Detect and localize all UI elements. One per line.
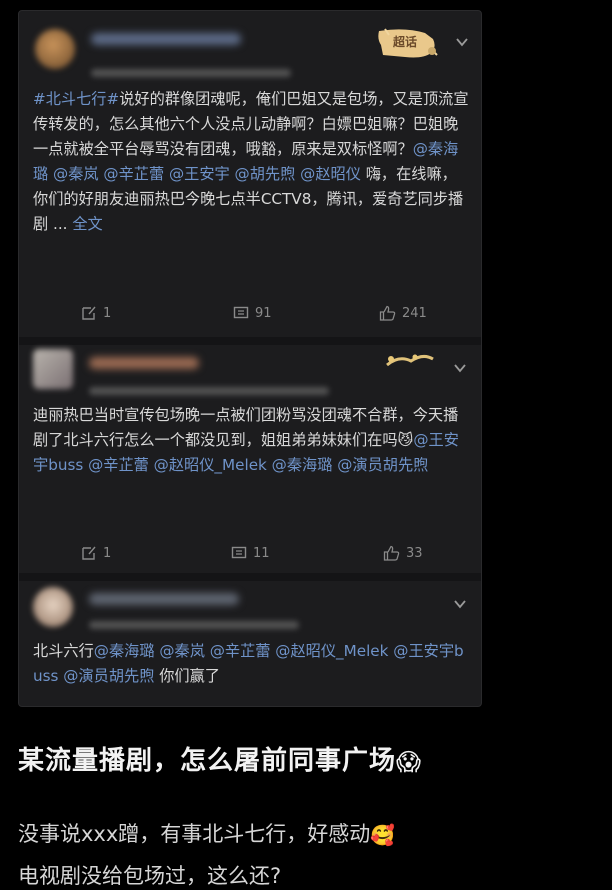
- caption-text: 没事说xxx蹭，有事北斗七行，好感动: [18, 822, 371, 846]
- avatar[interactable]: [33, 349, 73, 389]
- username-blurred[interactable]: [91, 33, 241, 45]
- post-actions: 1 11 33: [19, 545, 481, 565]
- post-text: 迪丽热巴当时宣传包场晚一点被们团粉骂没团魂不合群，今天播剧了北斗六行怎么一个都没…: [33, 406, 459, 449]
- like-button[interactable]: 33: [383, 545, 423, 561]
- hashtag-link[interactable]: #北斗七行#: [33, 90, 119, 108]
- repost-button[interactable]: 1: [81, 305, 111, 321]
- chevron-down-icon[interactable]: [453, 597, 467, 611]
- divider: [19, 337, 481, 345]
- caption-line-1: 没事说xxx蹭，有事北斗七行，好感动🥰: [18, 818, 395, 848]
- caption-text: 电视剧没给包场过，这么还?: [18, 864, 282, 888]
- avatar[interactable]: [33, 587, 73, 627]
- repost-count: 1: [103, 545, 112, 561]
- like-button[interactable]: 241: [379, 305, 427, 321]
- scream-emoji-icon: 😱: [396, 747, 423, 776]
- comment-button[interactable]: 91: [233, 305, 272, 321]
- repost-icon: [82, 306, 96, 320]
- vip-badge: [385, 349, 435, 371]
- comment-icon: [231, 546, 247, 559]
- badge-text: 超话: [393, 35, 418, 49]
- supertopic-badge[interactable]: 超话: [375, 25, 439, 61]
- username-blurred[interactable]: [89, 593, 239, 605]
- username-blurred[interactable]: [89, 357, 199, 369]
- screenshot-card: 超话 #北斗七行#说好的群像团魂呢，俺们巴姐又是包场，又是顶流宣传转发的，怎么其…: [18, 10, 482, 707]
- post-meta-blurred: [89, 621, 299, 629]
- post-actions: 1 91 241: [19, 305, 481, 325]
- post-text: 北斗六行: [33, 642, 94, 660]
- post-meta-blurred: [89, 387, 329, 395]
- like-icon: [379, 305, 396, 321]
- repost-button[interactable]: 1: [81, 545, 111, 561]
- caption-line-2: 电视剧没给包场过，这么还?: [18, 860, 281, 890]
- chevron-down-icon[interactable]: [455, 35, 469, 49]
- post-meta-blurred: [91, 69, 291, 77]
- repost-count: 1: [103, 305, 112, 321]
- avatar[interactable]: [35, 29, 75, 69]
- post-body[interactable]: 迪丽热巴当时宣传包场晚一点被们团粉骂没团魂不合群，今天播剧了北斗六行怎么一个都没…: [33, 403, 469, 478]
- cat-emoji-icon: 😼: [397, 431, 414, 449]
- like-count: 33: [406, 545, 423, 561]
- comment-button[interactable]: 11: [231, 545, 270, 561]
- comment-count: 11: [253, 545, 270, 561]
- chevron-down-icon[interactable]: [453, 361, 467, 375]
- comment-count: 91: [255, 305, 272, 321]
- divider: [19, 573, 481, 581]
- mention-link[interactable]: @秦海璐 @秦岚 @辛芷蕾 @赵昭仪_Melek @王安宇buss @演员胡先煦: [33, 642, 464, 685]
- repost-icon: [82, 546, 96, 560]
- headline: 某流量播剧，怎么屠前同事广场😱: [18, 740, 422, 777]
- smiling-hearts-emoji-icon: 🥰: [370, 823, 396, 847]
- mention-link[interactable]: 全文: [72, 215, 102, 233]
- post-body[interactable]: #北斗七行#说好的群像团魂呢，俺们巴姐又是包场，又是顶流宣传转发的，怎么其他六个…: [33, 87, 469, 237]
- like-icon: [383, 545, 400, 561]
- headline-text: 某流量播剧，怎么屠前同事广场: [18, 746, 397, 776]
- like-count: 241: [402, 305, 427, 321]
- post-text: 你们赢了: [154, 667, 220, 685]
- comment-icon: [233, 306, 249, 319]
- post-body[interactable]: 北斗六行@秦海璐 @秦岚 @辛芷蕾 @赵昭仪_Melek @王安宇buss @演…: [33, 639, 469, 689]
